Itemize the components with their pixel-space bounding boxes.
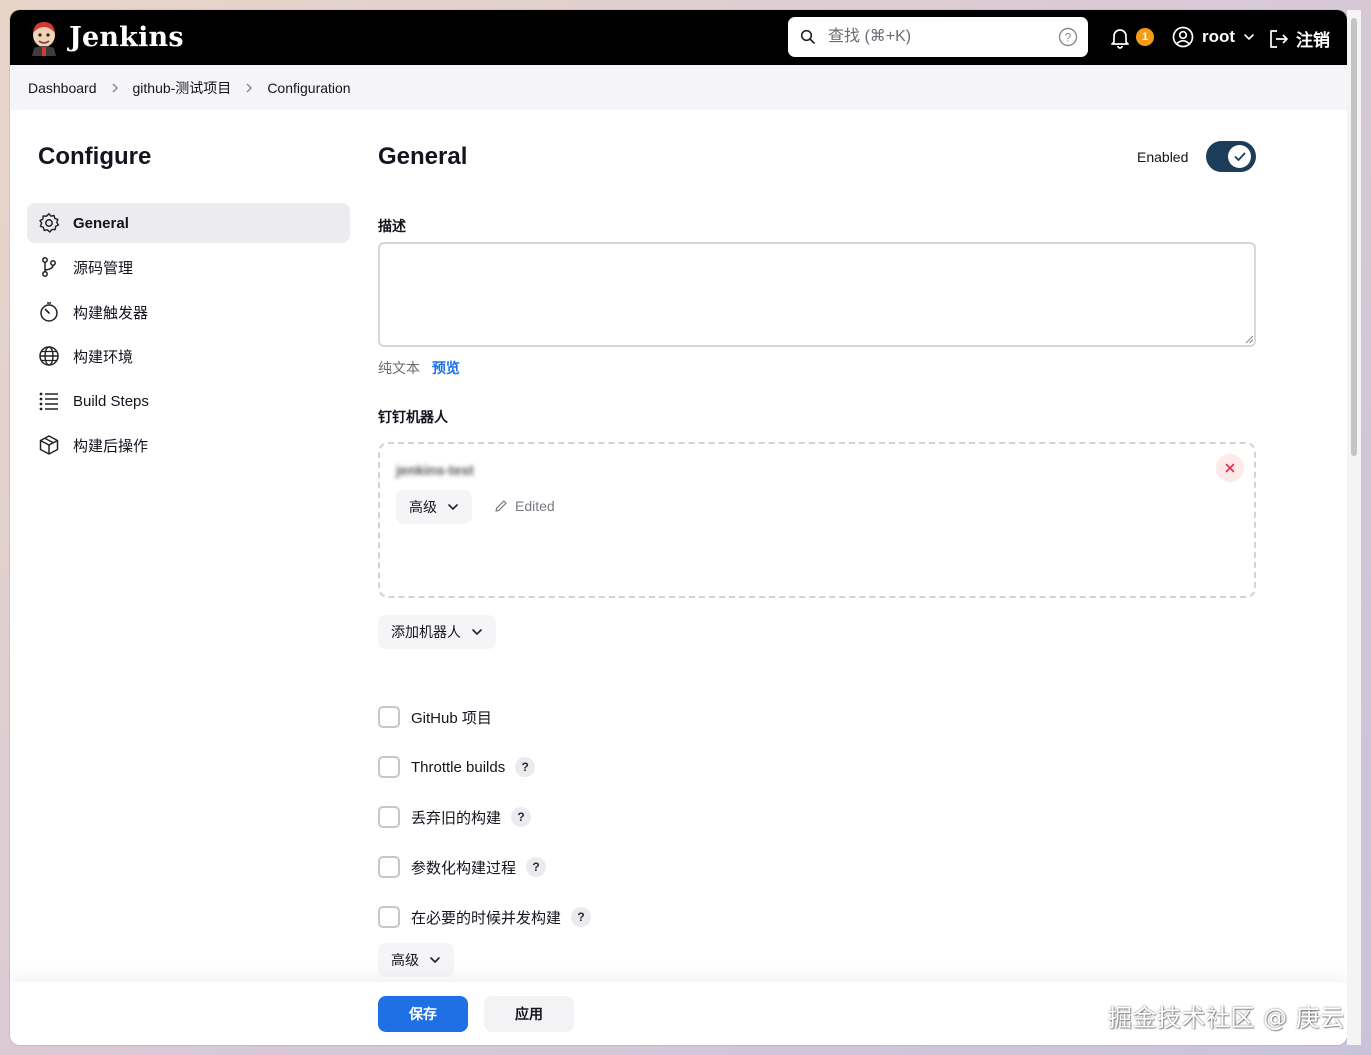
logout-label: 注销 xyxy=(1296,31,1330,50)
robot-name: jenkins-test xyxy=(396,462,474,478)
timer-icon xyxy=(38,301,60,323)
concurrent-build-checkbox[interactable] xyxy=(378,906,400,928)
add-robot-button[interactable]: 添加机器人 xyxy=(378,615,496,649)
list-steps-icon xyxy=(38,390,60,412)
chevron-down-icon xyxy=(448,504,458,511)
breadcrumb-configuration[interactable]: Configuration xyxy=(267,80,350,96)
add-robot-label: 添加机器人 xyxy=(391,624,461,640)
throttle-builds-checkbox[interactable] xyxy=(378,756,400,778)
close-icon xyxy=(1225,463,1235,473)
checkbox-label: 参数化构建过程 xyxy=(411,859,517,877)
package-icon xyxy=(38,434,60,456)
throttle-builds-option: Throttle builds ? xyxy=(378,756,536,778)
gear-icon xyxy=(38,212,60,234)
globe-icon xyxy=(38,345,60,367)
dingtalk-robot-label: 钉钉机器人 xyxy=(378,409,448,425)
apply-button[interactable]: 应用 xyxy=(484,996,574,1032)
jenkins-logo-icon xyxy=(32,22,56,56)
notification-badge[interactable]: 1 xyxy=(1136,28,1154,46)
preview-link[interactable]: 预览 xyxy=(432,360,460,376)
github-project-option: GitHub 项目 xyxy=(378,706,492,728)
enabled-toggle[interactable] xyxy=(1206,141,1256,172)
checkbox-label: GitHub 项目 xyxy=(411,709,492,727)
sidebar-item-post-build[interactable]: 构建后操作 xyxy=(27,425,350,465)
sidebar-item-general[interactable]: General xyxy=(27,203,350,243)
sidebar-item-label: 构建后操作 xyxy=(73,437,149,455)
description-label: 描述 xyxy=(378,218,406,234)
discard-old-builds-option: 丢弃旧的构建 ? xyxy=(378,806,532,828)
sidebar-item-environment[interactable]: 构建环境 xyxy=(27,336,350,376)
robot-advanced-button[interactable]: 高级 xyxy=(396,490,472,524)
discard-old-builds-checkbox[interactable] xyxy=(378,806,400,828)
breadcrumb: Dashboard github-测试项目 Configuration xyxy=(10,65,1347,110)
top-header: Jenkins ? 1 root xyxy=(10,10,1347,65)
user-menu[interactable]: root xyxy=(1172,26,1255,48)
robot-config-card: jenkins-test 高级 Edited xyxy=(378,442,1256,598)
jenkins-window: Jenkins ? 1 root xyxy=(10,10,1347,1045)
logout-icon xyxy=(1270,29,1288,48)
edited-indicator: Edited xyxy=(494,498,555,514)
advanced-button[interactable]: 高级 xyxy=(378,943,454,977)
help-icon[interactable]: ? xyxy=(571,907,592,927)
svg-text:?: ? xyxy=(1065,31,1072,45)
jenkins-home-link[interactable]: Jenkins xyxy=(28,18,184,56)
breadcrumb-separator-icon xyxy=(111,82,119,94)
format-row: 纯文本 预览 xyxy=(378,358,460,378)
sidebar-item-label: General xyxy=(73,214,129,232)
sidebar-item-build-steps[interactable]: Build Steps xyxy=(27,381,350,421)
help-icon[interactable]: ? xyxy=(515,757,536,777)
checkbox-label: 在必要的时候并发构建 xyxy=(411,909,562,927)
section-title: General xyxy=(378,143,468,170)
search-input[interactable] xyxy=(828,25,1048,49)
logout-button[interactable]: 注销 xyxy=(1268,26,1330,51)
description-textarea[interactable] xyxy=(378,242,1256,347)
format-plain-text: 纯文本 xyxy=(378,360,420,376)
help-icon[interactable]: ? xyxy=(511,807,532,827)
chevron-down-icon xyxy=(1244,34,1254,41)
user-avatar-icon xyxy=(1172,26,1194,48)
search-box[interactable]: ? xyxy=(788,17,1088,57)
search-icon xyxy=(800,29,815,44)
pencil-icon xyxy=(495,500,507,512)
save-button[interactable]: 保存 xyxy=(378,996,468,1032)
robot-advanced-label: 高级 xyxy=(409,499,437,515)
source-branch-icon xyxy=(38,256,60,278)
notifications-bell-icon[interactable] xyxy=(1110,27,1130,49)
sidebar-item-label: 构建触发器 xyxy=(73,304,149,322)
breadcrumb-separator-icon xyxy=(245,82,253,94)
parameterized-build-checkbox[interactable] xyxy=(378,856,400,878)
sidebar-item-label: 源码管理 xyxy=(73,259,134,277)
chevron-down-icon xyxy=(472,629,482,636)
concurrent-build-option: 在必要的时候并发构建 ? xyxy=(378,906,592,928)
search-help-icon[interactable]: ? xyxy=(1058,27,1078,47)
sidebar-item-label: 构建环境 xyxy=(73,348,134,366)
breadcrumb-project[interactable]: github-测试项目 xyxy=(133,78,232,98)
help-icon[interactable]: ? xyxy=(526,857,547,877)
checkbox-label: 丢弃旧的构建 xyxy=(411,809,502,827)
watermark: 掘金技术社区 @ 庚云 xyxy=(1108,1004,1345,1032)
sidebar-title: Configure xyxy=(38,143,152,170)
sidebar-item-source[interactable]: 源码管理 xyxy=(27,247,350,287)
sidebar-item-label: Build Steps xyxy=(73,392,149,410)
scrollbar-thumb[interactable] xyxy=(1351,18,1357,456)
brand-name: Jenkins xyxy=(69,21,184,53)
edited-label: Edited xyxy=(515,498,555,514)
advanced-label: 高级 xyxy=(391,952,419,968)
check-icon xyxy=(1228,145,1251,168)
parameterized-build-option: 参数化构建过程 ? xyxy=(378,856,547,878)
sidebar-item-triggers[interactable]: 构建触发器 xyxy=(27,292,350,332)
chevron-down-icon xyxy=(430,957,440,964)
github-project-checkbox[interactable] xyxy=(378,706,400,728)
resize-grip-icon[interactable] xyxy=(1244,334,1254,344)
checkbox-label: Throttle builds xyxy=(411,758,506,776)
remove-robot-button[interactable] xyxy=(1216,454,1244,482)
username: root xyxy=(1202,27,1236,46)
breadcrumb-dashboard[interactable]: Dashboard xyxy=(28,80,97,96)
enabled-label: Enabled xyxy=(1137,149,1189,165)
